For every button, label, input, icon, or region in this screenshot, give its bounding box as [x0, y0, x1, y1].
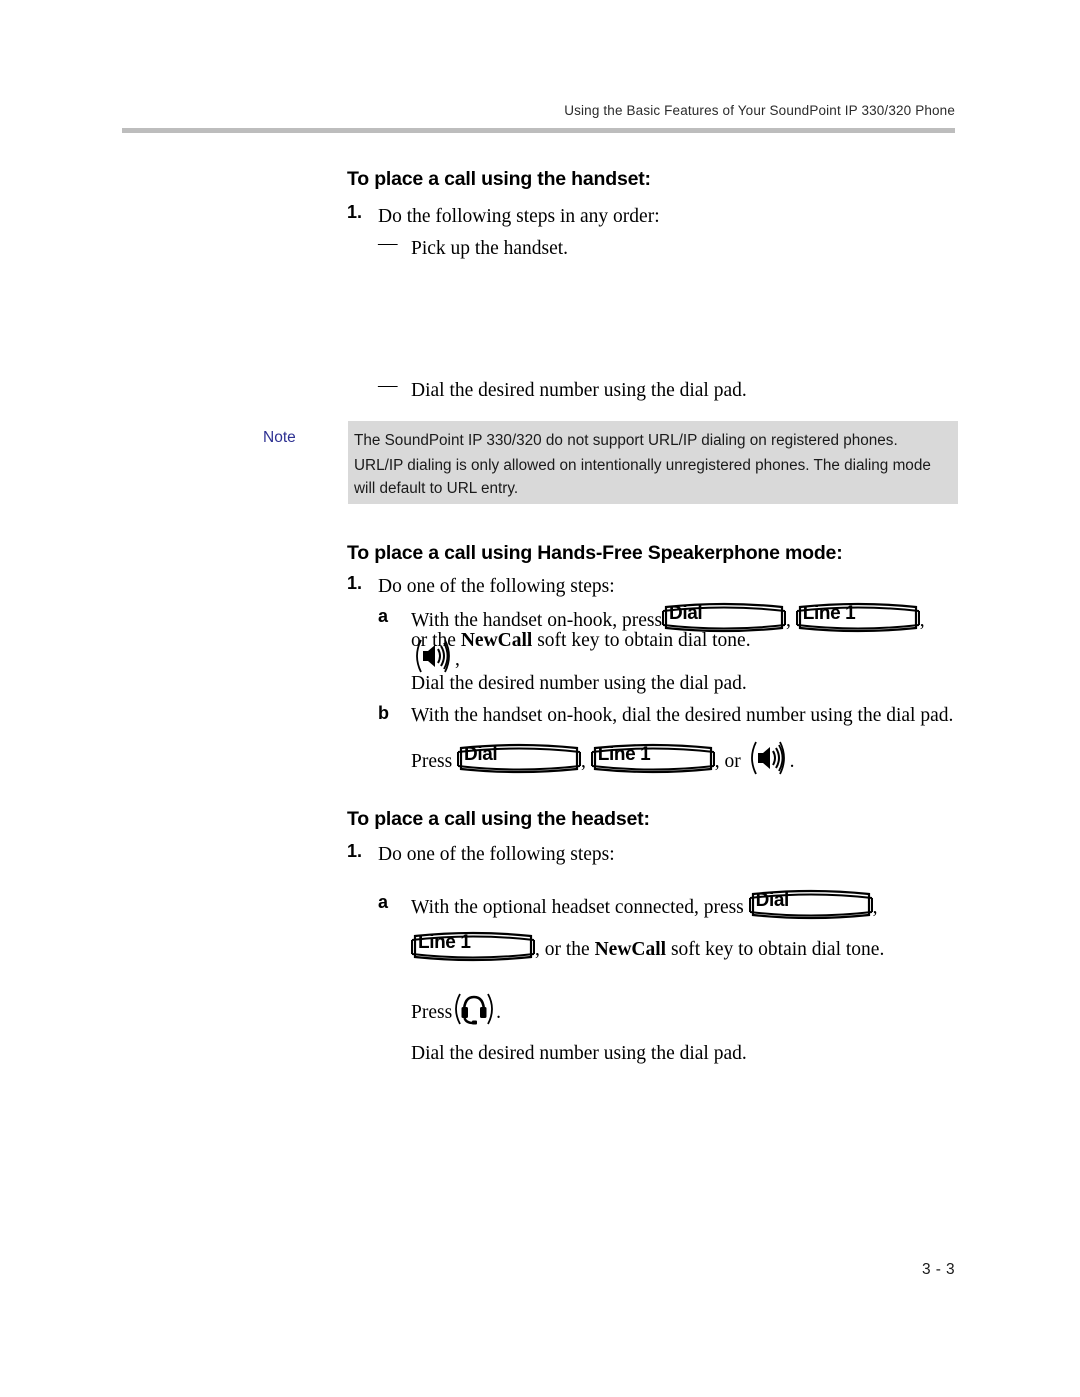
speakerphone-item-a-line3: Dial the desired number using the dial p… — [411, 673, 747, 694]
speakerphone-item-b-text: With the handset on-hook, dial the desir… — [411, 705, 954, 726]
step-text-speakerphone: Do one of the following steps: — [378, 576, 615, 597]
newcall-suffix-text: soft key to obtain dial tone. — [532, 630, 751, 651]
speakerphone-b-separator-2: , or — [714, 751, 741, 772]
bullet-marker-pickup: — — [378, 233, 398, 254]
step-text-handset: Do the following steps in any order: — [378, 206, 660, 227]
speakerphone-item-a-line2: or the NewCall soft key to obtain dial t… — [411, 625, 751, 656]
headset-press-trailing: . — [496, 1002, 502, 1023]
headset-press-line: Press . — [411, 989, 811, 1029]
speakerphone-item-b-press-line: Press Dial , Line 1 , or . — [411, 738, 971, 778]
list-marker-b-speakerphone: b — [378, 703, 389, 723]
softkey-dial-label: Dial — [669, 603, 703, 624]
speakerphone-a-separator-2: , — [919, 610, 925, 631]
headset-a-separator-1: , — [872, 897, 878, 918]
note-label: Note — [263, 429, 296, 446]
speaker-icon[interactable] — [746, 738, 790, 778]
headset-item-a-line1: With the optional headset connected, pre… — [411, 888, 971, 923]
press-label-speakerphone-b: Press — [411, 751, 453, 772]
step-number-headset: 1. — [347, 841, 363, 861]
softkey-line1-speakerphone-b[interactable]: Line 1 — [590, 742, 715, 776]
press-label-headset: Press — [411, 1002, 453, 1023]
bullet-text-pickup-handset: Pick up the handset. — [411, 238, 569, 259]
softkey-line1-speakerphone-a[interactable]: Line 1 — [795, 601, 920, 635]
newcall-prefix-text: or the — [411, 630, 461, 651]
speakerphone-b-separator-1: , — [581, 751, 586, 772]
step-text-headset: Do one of the following steps: — [378, 844, 615, 865]
step-number-handset: 1. — [347, 202, 363, 222]
heading-place-call-headset: To place a call using the headset: — [347, 808, 650, 830]
list-marker-a-headset: a — [378, 892, 389, 912]
bullet-marker-dial: — — [378, 375, 398, 396]
newcall-softkey-name: NewCall — [460, 630, 533, 651]
running-header: Using the Basic Features of Your SoundPo… — [564, 103, 955, 118]
speakerphone-b-trailing: . — [789, 751, 795, 772]
headset-newcall-suffix: soft key to obtain dial tone. — [666, 939, 885, 960]
softkey-line1-label: Line 1 — [418, 932, 471, 953]
note-paragraph-2: URL/IP dialing is only allowed on intent… — [354, 457, 931, 497]
headset-item-a-line2: Line 1 , or the NewCall soft key to obta… — [411, 930, 971, 965]
newcall-softkey-name: NewCall — [594, 939, 667, 960]
headset-final-line: Dial the desired number using the dial p… — [411, 1043, 747, 1064]
step-number-speakerphone: 1. — [347, 573, 363, 593]
note-paragraph-1: The SoundPoint IP 330/320 do not support… — [354, 432, 898, 449]
heading-place-call-handset: To place a call using the handset: — [347, 168, 651, 190]
softkey-dial-label: Dial — [755, 890, 790, 911]
softkey-dial-headset-a[interactable]: Dial — [748, 888, 873, 922]
softkey-line1-headset-a[interactable]: Line 1 — [411, 930, 535, 964]
headset-icon[interactable] — [452, 989, 496, 1029]
list-marker-a-speakerphone: a — [378, 606, 389, 626]
bullet-text-dial-number: Dial the desired number using the dial p… — [411, 380, 747, 401]
softkey-line1-label: Line 1 — [597, 744, 651, 765]
speakerphone-a-separator-1: , — [786, 610, 791, 631]
headset-a-text-before: With the optional headset connected, pre… — [411, 897, 744, 918]
softkey-line1-label: Line 1 — [802, 603, 856, 624]
heading-place-call-speakerphone: To place a call using Hands-Free Speaker… — [347, 542, 843, 564]
softkey-dial-speakerphone-b[interactable]: Dial — [457, 742, 582, 776]
softkey-dial-label: Dial — [464, 744, 498, 765]
headset-newcall-prefix: , or the — [535, 939, 595, 960]
header-rule — [122, 128, 955, 133]
page-footer: 3 - 3 — [921, 1261, 955, 1278]
